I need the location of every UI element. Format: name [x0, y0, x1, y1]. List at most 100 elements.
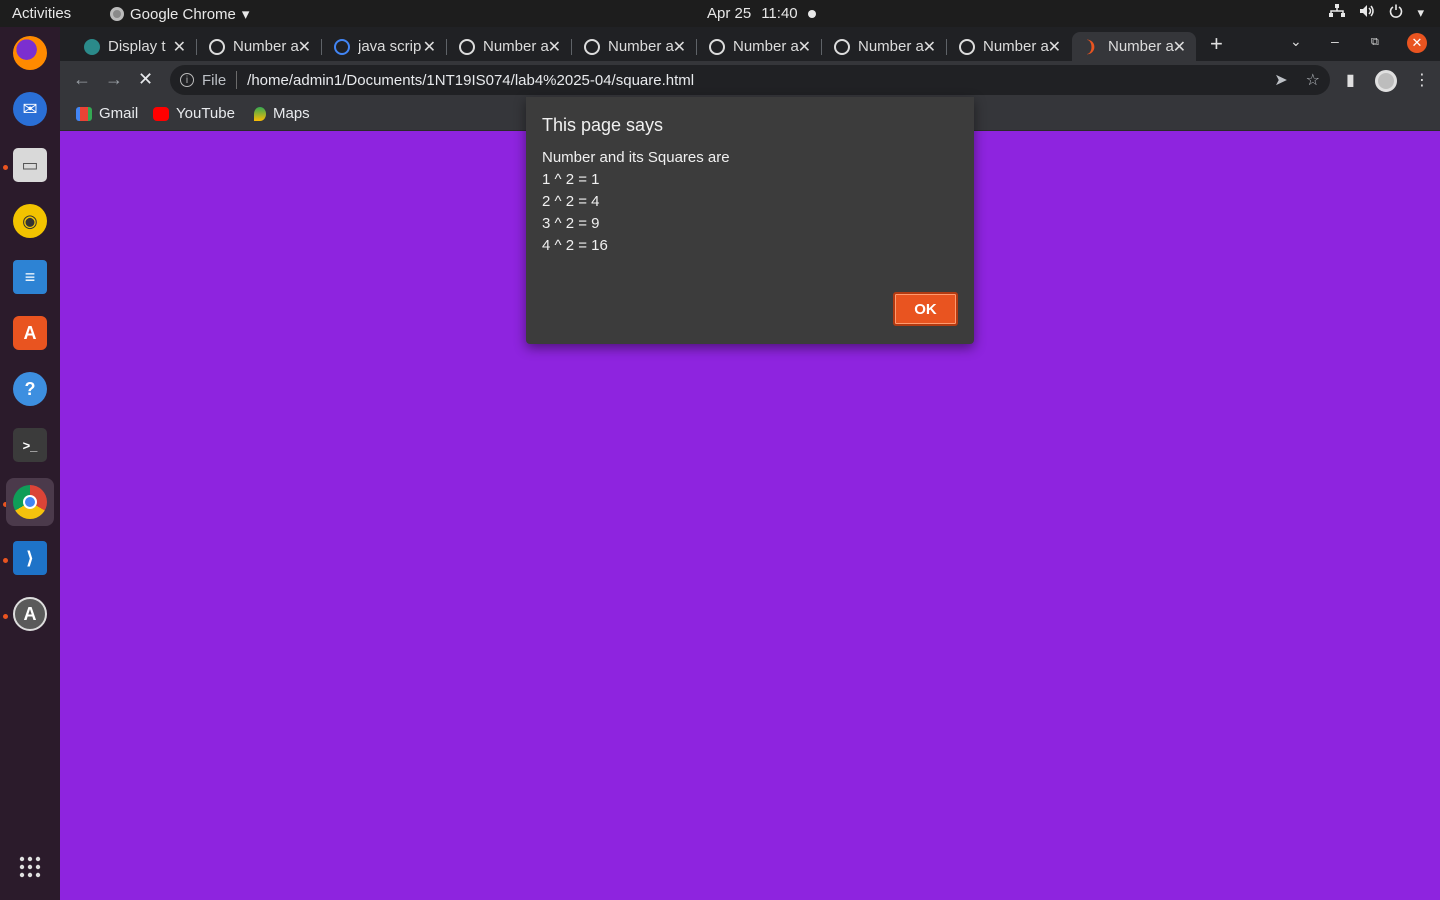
terminal-icon: >_	[13, 428, 47, 462]
browser-toolbar: ← → ✕ i File /home/admin1/Documents/1NT1…	[60, 61, 1440, 99]
dock-firefox[interactable]	[6, 29, 54, 77]
dialog-message-line: 2 ^ 2 = 4	[542, 193, 600, 210]
close-tab-icon[interactable]: ✕	[1173, 37, 1186, 57]
tab-search-icon[interactable]: ⌄	[1290, 33, 1302, 50]
browser-tab[interactable]: Number a ✕	[947, 32, 1071, 61]
url-text[interactable]: /home/admin1/Documents/1NT19IS074/lab4%2…	[247, 72, 694, 89]
dock-thunderbird[interactable]: ✉	[6, 85, 54, 133]
back-arrow-icon[interactable]: ←	[73, 69, 91, 90]
dock: ✉ ▭ ◉ ≡ A ? >_ ⟩ A	[0, 27, 60, 900]
side-panel-icon[interactable]: ▮	[1346, 70, 1355, 90]
kebab-menu-icon[interactable]: ⋮	[1414, 70, 1430, 90]
code-icon: ⟩	[13, 541, 47, 575]
dialog-message-line: 3 ^ 2 = 9	[542, 215, 600, 232]
close-tab-icon[interactable]: ✕	[798, 37, 811, 57]
clock[interactable]: Apr 25 11:40	[707, 5, 816, 22]
chrome-icon	[13, 485, 47, 519]
site-info-icon[interactable]: i	[180, 73, 194, 87]
minimize-icon[interactable]: –	[1331, 33, 1339, 49]
dialog-message: Number and its Squares are 1 ^ 2 = 1 2 ^…	[542, 147, 730, 257]
system-menu[interactable]: ▾	[1329, 4, 1424, 21]
caret-down-icon: ▾	[241, 6, 250, 23]
show-applications[interactable]	[6, 845, 54, 893]
browser-tab[interactable]: Display t ✕	[72, 32, 196, 61]
stop-loading-icon[interactable]: ✕	[138, 69, 153, 90]
browser-tab[interactable]: Number a ✕	[822, 32, 946, 61]
dock-rhythmbox[interactable]: ◉	[6, 197, 54, 245]
globe-icon	[834, 38, 850, 55]
tab-title: Number a	[983, 38, 1049, 55]
alert-dialog: This page says Number and its Squares ar…	[526, 97, 974, 344]
globe-icon	[959, 38, 975, 55]
firefox-icon	[13, 36, 47, 70]
store-icon: A	[13, 316, 47, 350]
bookmark-youtube[interactable]: YouTube	[153, 105, 235, 122]
restore-icon[interactable]: ⧉	[1371, 36, 1379, 49]
help-icon: ?	[13, 372, 47, 406]
caret-down-icon: ▾	[1417, 4, 1424, 20]
network-icon	[1329, 4, 1346, 21]
browser-tab[interactable]: Number a ✕	[697, 32, 821, 61]
bookmark-star-icon[interactable]: ☆	[1306, 70, 1320, 90]
tab-title: Number a	[483, 38, 549, 55]
dock-help[interactable]: ?	[6, 365, 54, 413]
browser-tab[interactable]: java scrip ✕	[322, 32, 446, 61]
globe-icon	[209, 38, 225, 55]
loading-spinner-icon: ❩	[1084, 38, 1098, 56]
gmail-icon	[76, 106, 92, 121]
folder-icon: ▭	[13, 148, 47, 182]
dock-files[interactable]: ▭	[6, 141, 54, 189]
window-close-icon[interactable]: ✕	[1407, 33, 1427, 53]
ok-button[interactable]: OK	[893, 292, 958, 326]
google-icon	[334, 38, 350, 55]
browser-tab[interactable]: Number a ✕	[447, 32, 571, 61]
close-tab-icon[interactable]: ✕	[173, 37, 186, 57]
dock-updater[interactable]: A	[6, 590, 54, 638]
gnome-top-bar: Activities Google Chrome ▾ Apr 25 11:40 …	[0, 0, 1440, 27]
profile-avatar-icon[interactable]	[1375, 70, 1397, 92]
browser-tab[interactable]: Number a ✕	[572, 32, 696, 61]
youtube-icon	[153, 106, 169, 121]
site-favicon-icon	[84, 38, 100, 55]
close-tab-icon[interactable]: ✕	[423, 37, 436, 57]
address-bar[interactable]: i File /home/admin1/Documents/1NT19IS074…	[170, 65, 1330, 95]
browser-tab-active[interactable]: ❩ Number a ✕	[1072, 32, 1196, 61]
dock-software[interactable]: A	[6, 309, 54, 357]
tab-title: Number a	[858, 38, 924, 55]
dock-terminal[interactable]: >_	[6, 421, 54, 469]
clock-time: 11:40	[761, 5, 798, 22]
music-icon: ◉	[13, 204, 47, 238]
app-menu[interactable]: Google Chrome ▾	[110, 5, 249, 23]
bookmark-gmail[interactable]: Gmail	[76, 105, 138, 122]
browser-tab[interactable]: Number a ✕	[197, 32, 321, 61]
globe-icon	[709, 38, 725, 55]
close-tab-icon[interactable]: ✕	[673, 37, 686, 57]
close-tab-icon[interactable]: ✕	[298, 37, 311, 57]
close-tab-icon[interactable]: ✕	[548, 37, 561, 57]
maps-pin-icon	[254, 106, 266, 121]
mail-icon: ✉	[13, 92, 47, 126]
power-icon	[1389, 4, 1403, 21]
new-tab-icon[interactable]: +	[1210, 31, 1223, 57]
dock-chrome[interactable]	[6, 478, 54, 526]
close-tab-icon[interactable]: ✕	[923, 37, 936, 57]
tab-strip: Display t ✕ Number a ✕ java scrip ✕ Numb…	[60, 27, 1440, 61]
volume-icon	[1359, 4, 1375, 21]
dialog-message-line: Number and its Squares are	[542, 149, 730, 166]
forward-arrow-icon[interactable]: →	[105, 69, 123, 90]
bookmark-maps[interactable]: Maps	[254, 105, 310, 122]
chrome-icon	[110, 7, 124, 21]
dock-writer[interactable]: ≡	[6, 253, 54, 301]
grid-icon	[19, 856, 41, 883]
tab-title: java scrip	[358, 38, 422, 55]
activities-button[interactable]: Activities	[12, 5, 71, 22]
notification-dot-icon	[807, 9, 816, 18]
close-tab-icon[interactable]: ✕	[1048, 37, 1061, 57]
globe-icon	[584, 38, 600, 55]
bookmark-label: YouTube	[176, 105, 235, 122]
url-scheme: File	[202, 71, 227, 89]
send-icon[interactable]: ➤	[1274, 70, 1287, 90]
update-icon: A	[13, 597, 47, 631]
dock-vscode[interactable]: ⟩	[6, 534, 54, 582]
divider	[236, 71, 238, 89]
